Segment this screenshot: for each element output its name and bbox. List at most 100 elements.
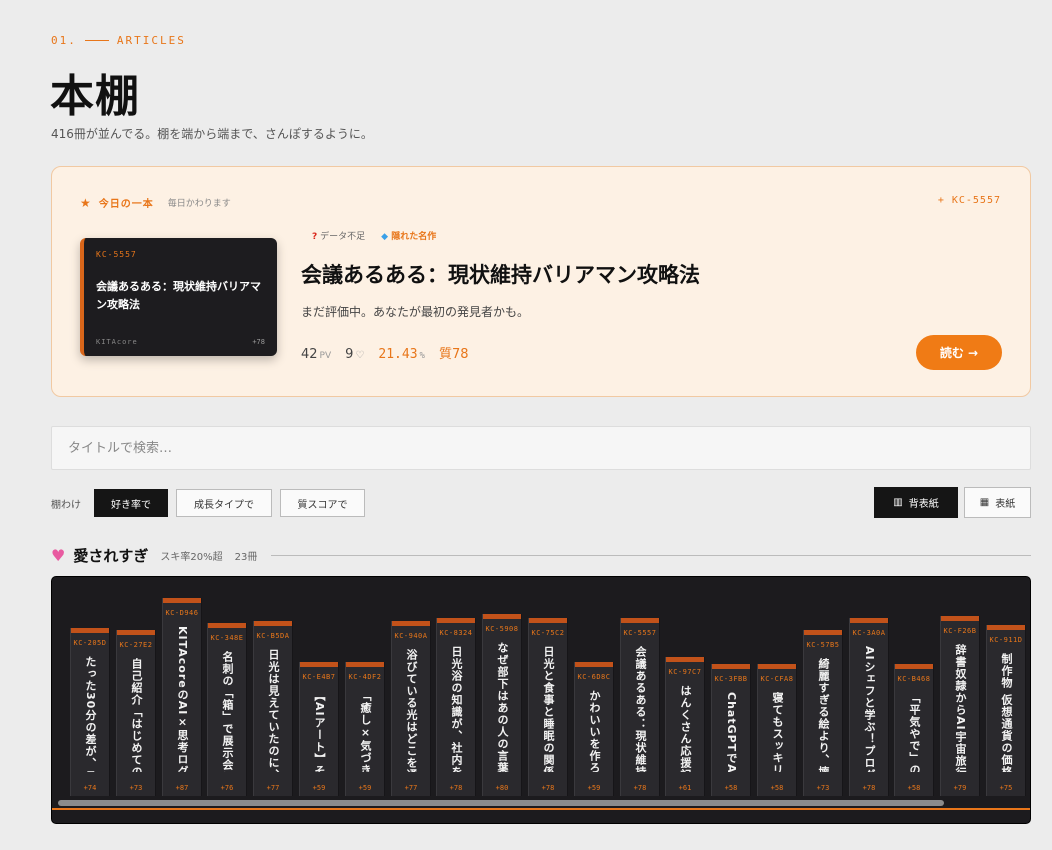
featured-description: まだ評価中。あなたが最初の発見者かも。 [301, 305, 530, 319]
spine-code: KC-B5DA [256, 632, 290, 640]
spine-score: +78 [862, 784, 876, 792]
spine-title: 【AIアート】その向 [313, 690, 326, 772]
spine-cap [117, 630, 155, 635]
book-spine[interactable]: KC-75C2 日光と食事と睡眠の関係に +78 [528, 618, 568, 796]
book-spine[interactable]: KC-8324 日光浴の知識が、社内を +78 [436, 618, 476, 796]
spine-title: なぜ部下はあの人の言葉で [496, 642, 509, 772]
spine-code: KC-6D8C [577, 673, 611, 681]
book-spine[interactable]: KC-CFA8 寝てもスッキリせん +58 [757, 664, 797, 796]
book-spine[interactable]: KC-D946 KITAcoreのAI×思考ログへよ +87 [162, 598, 202, 796]
spine-code: KC-3A0A [852, 629, 886, 637]
shelf-scrollbar[interactable] [58, 800, 944, 806]
spine-score: +61 [678, 784, 692, 792]
spine-code: KC-5557 [623, 629, 657, 637]
spine-code: KC-CFA8 [760, 675, 794, 683]
book-spine[interactable]: KC-4DF2 「癒し×気づき×笑 +59 [345, 662, 385, 796]
shelf-ledge [52, 808, 1030, 810]
spine-title: 「癒し×気づき×笑 [359, 690, 372, 772]
stat-likes: 9 ♡ [345, 347, 365, 362]
spine-code: KC-8324 [439, 629, 473, 637]
spine-score: +73 [129, 784, 143, 792]
tag-label: 隠れた名作 [391, 232, 437, 242]
book-spine[interactable]: KC-3FBB ChatGPTでAIバー +58 [711, 664, 751, 796]
book-spine[interactable]: KC-F26B 辞書奴隷からAI宇宙旅行へ +79 [940, 616, 980, 796]
spine-code: KC-348E [210, 634, 244, 642]
featured-note: 毎日かわります [167, 199, 231, 209]
spine-title: かわいいを作ろうと [588, 690, 601, 772]
spine-title: KITAcoreのAI×思考ログへよ [176, 626, 189, 772]
spine-title: 綺麗すぎる絵より、壊れ [817, 658, 830, 772]
spine-title: 会議あるある：現状維持バ [634, 646, 647, 772]
featured-tags: ? データ不足 ◆ 隠れた名作 [312, 229, 436, 242]
spine-score: +78 [541, 784, 555, 792]
book-spine[interactable]: KC-205D たった30分の差が、スト +74 [70, 628, 110, 796]
spine-cap [850, 618, 888, 623]
spine-code: KC-3FBB [714, 675, 748, 683]
shelf-heading: ♥ 愛されすぎ スキ率20%超 23冊 [51, 545, 1031, 566]
spine-code: KC-4DF2 [348, 673, 382, 681]
star-icon: ★ [80, 195, 91, 210]
spine-code: KC-5908 [485, 625, 519, 633]
spine-title: 名刺の「箱」で展示会に挑 [221, 651, 234, 772]
spine-title: 日光浴の知識が、社内を [450, 646, 463, 772]
book-spine[interactable]: KC-B5DA 日光は見えていたのに、見 +77 [253, 621, 293, 796]
stat-pv: 42 PV [301, 347, 332, 362]
spine-score: +59 [587, 784, 601, 792]
page-title: 本棚 [50, 71, 140, 122]
group-label: 棚わけ [51, 500, 81, 511]
read-button[interactable]: 読む → [916, 335, 1002, 370]
spine-score: +58 [770, 784, 784, 792]
search-input[interactable] [52, 427, 1030, 469]
spine-cap [666, 657, 704, 662]
book-score: +78 [252, 338, 265, 346]
book-spine[interactable]: KC-3A0A AIシェフと学ぶ！プログラ +78 [849, 618, 889, 796]
featured-code: + KC-5557 [937, 195, 1001, 206]
spine-cap [163, 598, 201, 603]
bookshelf: KC-205D たった30分の差が、スト +74 KC-27E2 自己紹介「はじめてのn… [51, 576, 1031, 824]
spine-score: +77 [404, 784, 418, 792]
book-spine[interactable]: KC-6D8C かわいいを作ろうと +59 [574, 662, 614, 796]
view-cover-button[interactable]: ▦ 表紙 [964, 487, 1031, 518]
spine-score: +59 [312, 784, 326, 792]
sort-by-quality-button[interactable]: 質スコアで [280, 489, 365, 517]
tag-hidden-gem: ◆ 隠れた名作 [381, 229, 436, 242]
heart-icon: ♥ [51, 546, 66, 565]
view-spine-button[interactable]: ▥ 背表紙 [874, 487, 958, 518]
gem-icon: ◆ [381, 232, 389, 242]
section-label: ARTICLES [116, 34, 186, 47]
spine-title: 寝てもスッキリせん [771, 692, 784, 772]
featured-stats: 42 PV 9 ♡ 21.43% 質78 [301, 343, 469, 362]
spine-score: +77 [266, 784, 280, 792]
spine-code: KC-F26B [943, 627, 977, 635]
spine-cap [254, 621, 292, 626]
featured-title[interactable]: 会議あるある：現状維持バリアマン攻略法 [301, 259, 700, 289]
book-spine[interactable]: KC-57B5 綺麗すぎる絵より、壊れ +73 [803, 630, 843, 796]
book-spine[interactable]: KC-E4B7 【AIアート】その向 +59 [299, 662, 339, 796]
book-spine[interactable]: KC-5557 会議あるある：現状維持バ +78 [620, 618, 660, 796]
book-spine[interactable]: KC-27E2 自己紹介「はじめてのnot +73 [116, 630, 156, 796]
spine-code: KC-911D [989, 636, 1023, 644]
spine-score: +79 [953, 784, 967, 792]
spine-title: はんくさん応援記事・ [679, 685, 692, 772]
spine-title: 浴びている光はどこを通じ [405, 649, 418, 772]
spine-score: +73 [816, 784, 830, 792]
spine-cap [941, 616, 979, 621]
featured-header: ★ 今日の一本 毎日かわります [80, 195, 231, 211]
spine-cap [483, 614, 521, 619]
featured-book-cover[interactable]: KC-5557 会議あるある：現状維持バリアマン攻略法 KITAcore +78 [80, 238, 277, 356]
book-spine[interactable]: KC-5908 なぜ部下はあの人の言葉で +80 [482, 614, 522, 796]
book-title: 会議あるある：現状維持バリアマン攻略法 [96, 280, 261, 311]
sort-by-growth-type-button[interactable]: 成長タイプで [176, 489, 272, 517]
book-spine[interactable]: KC-940A 浴びている光はどこを通じ +77 [391, 621, 431, 796]
book-spine[interactable]: KC-97C7 はんくさん応援記事・ +61 [665, 657, 705, 796]
spine-title: AIシェフと学ぶ！プログラ [863, 646, 876, 772]
book-spine[interactable]: KC-348E 名刺の「箱」で展示会に挑 +76 [207, 623, 247, 796]
shelf-count: 23冊 [234, 552, 258, 563]
spine-title: 「平気やで」の奥に [908, 692, 921, 772]
books-icon: ▥ [893, 497, 903, 508]
sort-by-like-rate-button[interactable]: 好き率で [94, 489, 168, 517]
book-spine[interactable]: KC-911D 制作物 仮想通貨の価格は +75 [986, 625, 1026, 796]
question-icon: ? [312, 232, 318, 242]
book-spine[interactable]: KC-B468 「平気やで」の奥に +58 [894, 664, 934, 796]
spine-cap [346, 662, 384, 667]
